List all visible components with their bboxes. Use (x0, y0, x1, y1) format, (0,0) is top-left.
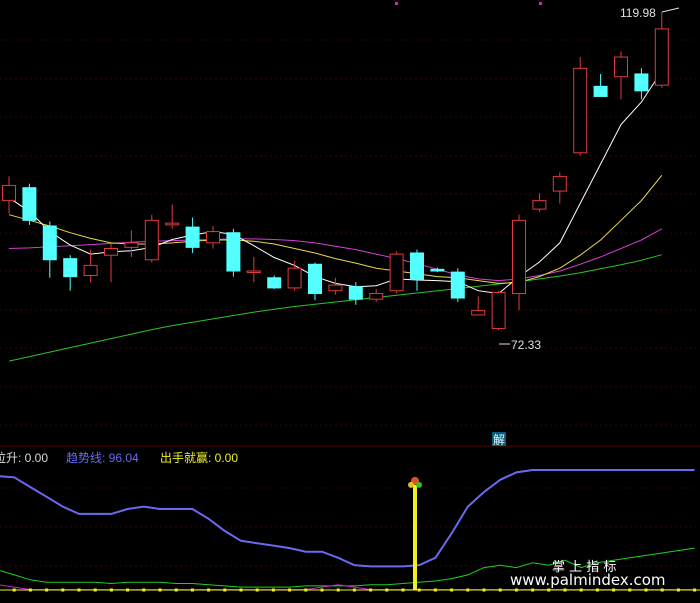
candle-body-32 (654, 28, 669, 86)
candle-body-4 (83, 264, 98, 277)
signal-dot-15 (239, 588, 243, 592)
candle-body-23 (471, 309, 486, 316)
signal-dot-26 (417, 588, 421, 592)
signal-dot-9 (142, 588, 146, 592)
signal-dot-16 (255, 588, 259, 592)
signal-dot-8 (126, 588, 130, 592)
signal-dot-12 (190, 588, 194, 592)
signal-dot-6 (93, 588, 97, 592)
candle-body-17 (348, 286, 363, 300)
candle-body-10 (206, 231, 220, 244)
signal-dot-27 (433, 588, 437, 592)
candle-body-8 (165, 222, 180, 226)
signal-dot-23 (369, 588, 373, 592)
signal-dot-1 (12, 588, 16, 592)
signal-dot-14 (223, 588, 227, 592)
indicator-legend-signal: 出手就赢: 0.00 (160, 451, 239, 465)
signal-dot-20 (320, 588, 324, 592)
high-price-label: 119.98 (620, 6, 656, 20)
stock-chart: 119.98 72.33 解 拉升: 0.00 趋势线: 96.04 出手就赢: 0… (0, 0, 700, 603)
candle-body-25 (512, 219, 526, 295)
candle-body-21 (430, 268, 445, 272)
candle-body-20 (410, 252, 424, 280)
signal-dot-25 (401, 588, 405, 592)
candle-body-6 (124, 242, 139, 248)
signal-dot-24 (385, 588, 389, 592)
candle-body-19 (389, 253, 404, 292)
signal-dot-29 (466, 588, 470, 592)
signal-dot-42 (676, 588, 680, 592)
candle-body-13 (267, 277, 282, 289)
candle-body-28 (573, 67, 588, 154)
candle-body-1 (22, 187, 37, 221)
candle-body-3 (63, 258, 78, 278)
candle-body-7 (144, 219, 159, 261)
signal-dot-5 (77, 588, 81, 592)
signal-dot-31 (498, 588, 502, 592)
signal-dot-18 (288, 588, 292, 592)
signal-dot-17 (271, 588, 275, 592)
signal-dot-7 (109, 588, 113, 592)
candle-body-12 (246, 270, 261, 274)
candle-body-24 (491, 291, 506, 329)
signal-dot-22 (352, 588, 356, 592)
candle-body-2 (42, 225, 57, 261)
signal-dot-11 (174, 588, 178, 592)
top-marker-1 (395, 2, 398, 5)
signal-dot-21 (336, 588, 340, 592)
signal-bar (413, 484, 417, 590)
signal-dot-10 (158, 588, 162, 592)
signal-dot-28 (450, 588, 454, 592)
top-marker-2 (539, 2, 542, 5)
candle-body-18 (369, 293, 384, 300)
signal-dot-19 (304, 588, 308, 592)
signal-dot-3 (45, 588, 49, 592)
candle-body-16 (328, 284, 343, 292)
signal-dot-4 (61, 588, 65, 592)
candle-body-14 (287, 267, 302, 289)
candle-body-31 (634, 73, 649, 92)
signal-dot-43 (693, 588, 697, 592)
signal-dot-2 (28, 588, 32, 592)
signal-marker-green (416, 481, 422, 488)
candle-body-0 (2, 184, 16, 202)
candle-body-27 (552, 175, 567, 192)
trend-line (0, 469, 695, 568)
candle-body-22 (450, 271, 465, 299)
low-price-label: 72.33 (511, 338, 541, 352)
indicator-legend-trend: 趋势线: 96.04 (66, 451, 139, 465)
candle-body-9 (185, 226, 200, 248)
signal-dot-30 (482, 588, 486, 592)
candle-body-5 (104, 247, 118, 256)
candlestick-chart-svg: 119.98 72.33 解 (0, 2, 700, 592)
signal-dot-13 (207, 588, 211, 592)
candle-body-26 (532, 200, 547, 210)
indicator-legend-lasheng: 拉升: 0.00 (0, 451, 49, 465)
candle-body-15 (308, 263, 322, 295)
candle-body-30 (614, 56, 628, 78)
candle-body-11 (226, 232, 241, 272)
candle-body-29 (593, 85, 608, 97)
high-price-arrow (661, 7, 680, 13)
watermark-url: www.palmindex.com (510, 571, 666, 589)
jie-label: 解 (493, 433, 505, 447)
signal-marker-yellow (408, 481, 414, 488)
